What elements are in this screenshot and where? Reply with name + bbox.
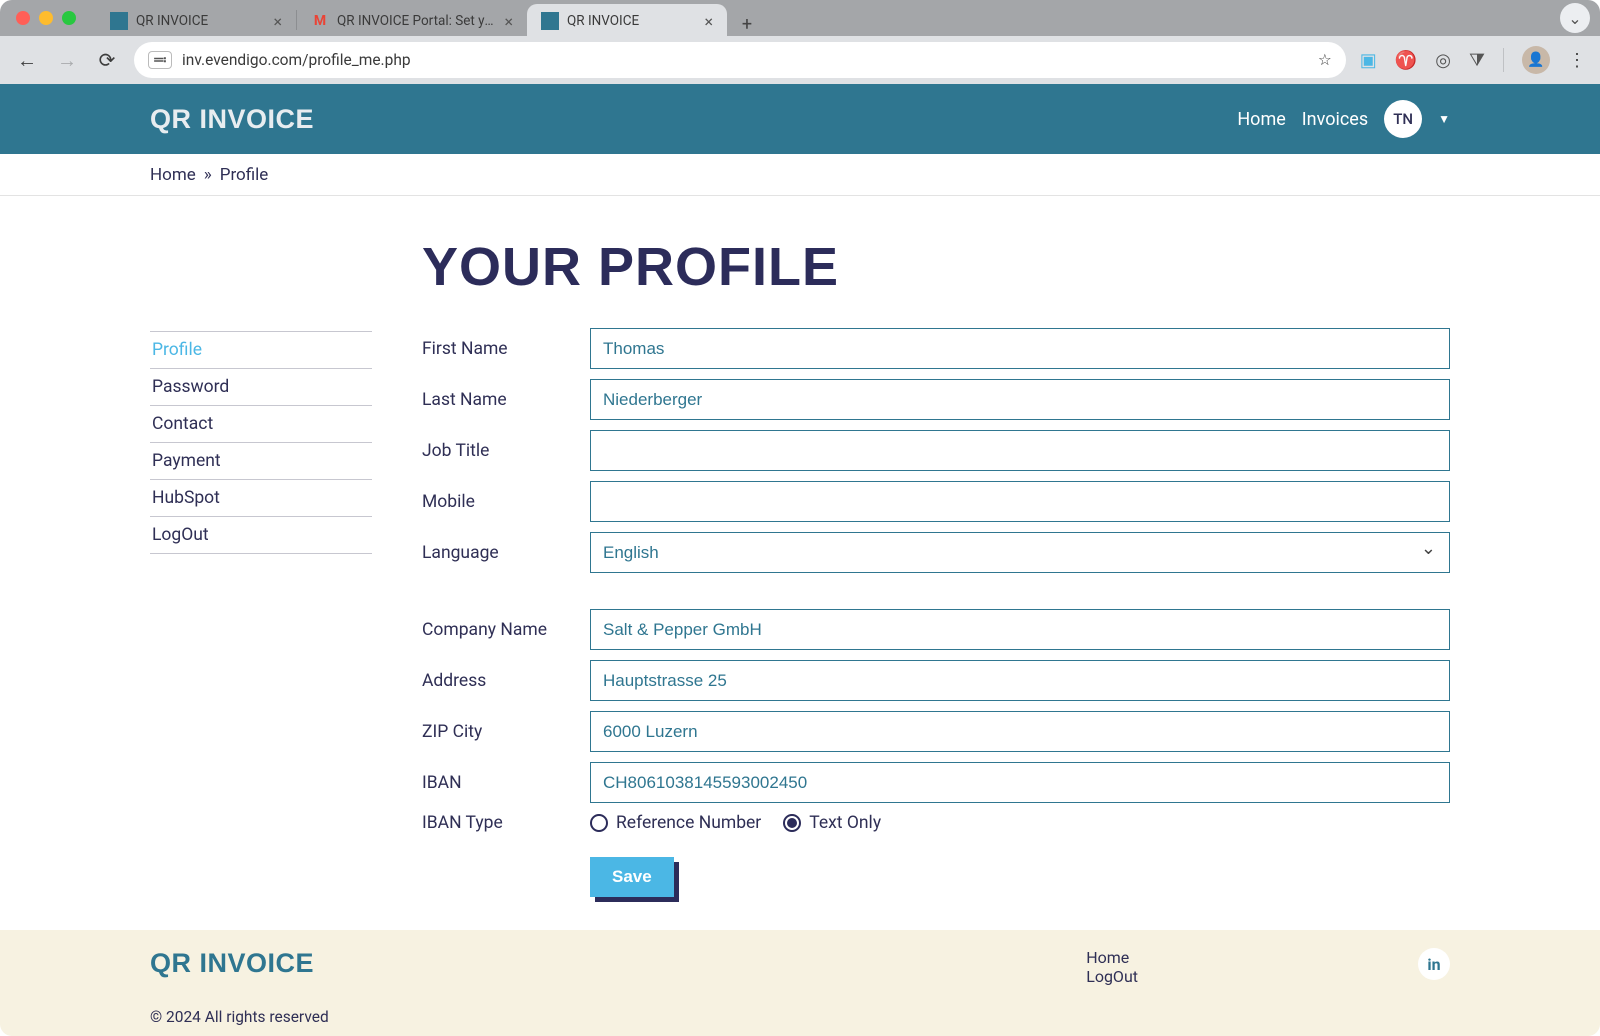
footer-links: Home LogOut bbox=[1086, 948, 1138, 986]
camera-icon[interactable]: ◎ bbox=[1435, 50, 1451, 71]
tab-2-active[interactable]: QR INVOICE × bbox=[527, 4, 727, 38]
company-name-input[interactable] bbox=[590, 609, 1450, 650]
label-first-name: First Name bbox=[422, 339, 590, 359]
radio-icon bbox=[783, 814, 801, 832]
bookmark-star-icon[interactable]: ☆ bbox=[1318, 51, 1332, 69]
app-brand[interactable]: QR INVOICE bbox=[150, 104, 314, 135]
sidebar-item-contact[interactable]: Contact bbox=[150, 405, 372, 443]
label-last-name: Last Name bbox=[422, 390, 590, 410]
tab-1[interactable]: M QR INVOICE Portal: Set your f × bbox=[297, 4, 527, 38]
job-title-input[interactable] bbox=[590, 430, 1450, 471]
radio-label: Text Only bbox=[809, 813, 881, 833]
label-job-title: Job Title bbox=[422, 441, 590, 461]
main-content: Profile Password Contact Payment HubSpot… bbox=[0, 196, 1600, 947]
browser-tab-strip: QR INVOICE × M QR INVOICE Portal: Set yo… bbox=[0, 0, 1600, 36]
site-info-icon[interactable]: ≕ bbox=[148, 51, 172, 69]
footer-brand[interactable]: QR INVOICE bbox=[150, 948, 314, 979]
extensions-puzzle-icon[interactable]: ⧩ bbox=[1469, 50, 1485, 71]
label-zip-city: ZIP City bbox=[422, 722, 590, 742]
favicon-icon bbox=[541, 12, 559, 30]
settings-sidebar: Profile Password Contact Payment HubSpot… bbox=[150, 332, 372, 907]
address-input[interactable] bbox=[590, 660, 1450, 701]
nav-invoices[interactable]: Invoices bbox=[1302, 109, 1368, 130]
label-mobile: Mobile bbox=[422, 492, 590, 512]
app-nav: Home Invoices TN ▼ bbox=[1237, 100, 1450, 138]
back-button[interactable]: ← bbox=[14, 48, 40, 73]
gmail-icon: M bbox=[311, 12, 329, 30]
iban-type-radio-group: Reference Number Text Only bbox=[590, 813, 1450, 833]
forward-button[interactable]: → bbox=[54, 48, 80, 73]
browser-toolbar: ← → ⟳ ≕ inv.evendigo.com/profile_me.php … bbox=[0, 36, 1600, 84]
close-icon[interactable]: × bbox=[704, 12, 713, 31]
chrome-menu-icon[interactable]: ⋮ bbox=[1568, 50, 1586, 71]
sidebar-item-profile[interactable]: Profile bbox=[150, 331, 372, 369]
label-language: Language bbox=[422, 543, 590, 563]
app-footer: QR INVOICE Home LogOut in © 2024 All rig… bbox=[0, 930, 1600, 1036]
window-controls bbox=[16, 11, 76, 25]
breadcrumb-current: Profile bbox=[220, 165, 269, 185]
sidebar-item-logout[interactable]: LogOut bbox=[150, 516, 372, 554]
tab-0[interactable]: QR INVOICE × bbox=[96, 4, 296, 38]
zip-city-input[interactable] bbox=[590, 711, 1450, 752]
profile-avatar[interactable]: 👤 bbox=[1522, 46, 1550, 74]
profile-form: YOUR PROFILE First Name Last Name Job Ti… bbox=[422, 236, 1450, 907]
radio-label: Reference Number bbox=[616, 813, 761, 833]
breadcrumb: Home » Profile bbox=[0, 154, 1600, 196]
breadcrumb-separator: » bbox=[204, 165, 212, 185]
iban-input[interactable] bbox=[590, 762, 1450, 803]
favicon-icon bbox=[110, 12, 128, 30]
url-text: inv.evendigo.com/profile_me.php bbox=[182, 51, 411, 69]
linkedin-icon[interactable]: in bbox=[1418, 948, 1450, 980]
extension-icon[interactable]: ♈ bbox=[1395, 50, 1417, 71]
sidebar-item-password[interactable]: Password bbox=[150, 368, 372, 406]
toolbar-extensions: ▣ ♈ ◎ ⧩ 👤 ⋮ bbox=[1360, 46, 1586, 74]
copyright-text: © 2024 All rights reserved bbox=[150, 1008, 1450, 1026]
last-name-input[interactable] bbox=[590, 379, 1450, 420]
footer-link-home[interactable]: Home bbox=[1086, 948, 1138, 967]
language-select[interactable]: English bbox=[590, 532, 1450, 573]
sidebar-item-payment[interactable]: Payment bbox=[150, 442, 372, 480]
sidebar-item-hubspot[interactable]: HubSpot bbox=[150, 479, 372, 517]
breadcrumb-home[interactable]: Home bbox=[150, 165, 196, 185]
tab-title: QR INVOICE bbox=[567, 13, 696, 29]
radio-reference-number[interactable]: Reference Number bbox=[590, 813, 761, 833]
first-name-input[interactable] bbox=[590, 328, 1450, 369]
minimize-window-button[interactable] bbox=[39, 11, 53, 25]
new-tab-button[interactable]: + bbox=[733, 10, 761, 38]
tab-title: QR INVOICE Portal: Set your f bbox=[337, 13, 496, 29]
address-bar[interactable]: ≕ inv.evendigo.com/profile_me.php ☆ bbox=[134, 42, 1346, 78]
chevron-down-icon[interactable]: ▼ bbox=[1438, 112, 1450, 126]
close-window-button[interactable] bbox=[16, 11, 30, 25]
mobile-input[interactable] bbox=[590, 481, 1450, 522]
user-avatar-badge[interactable]: TN bbox=[1384, 100, 1422, 138]
radio-text-only[interactable]: Text Only bbox=[783, 813, 881, 833]
page-title: YOUR PROFILE bbox=[422, 236, 1450, 298]
tab-title: QR INVOICE bbox=[136, 13, 265, 29]
tabs-dropdown-button[interactable]: ⌄ bbox=[1560, 3, 1590, 33]
footer-link-logout[interactable]: LogOut bbox=[1086, 967, 1138, 986]
radio-icon bbox=[590, 814, 608, 832]
tabs-container: QR INVOICE × M QR INVOICE Portal: Set yo… bbox=[96, 2, 1552, 38]
maximize-window-button[interactable] bbox=[62, 11, 76, 25]
nav-home[interactable]: Home bbox=[1237, 109, 1285, 130]
label-iban-type: IBAN Type bbox=[422, 813, 590, 833]
separator bbox=[1503, 48, 1504, 72]
reload-button[interactable]: ⟳ bbox=[94, 48, 120, 72]
close-icon[interactable]: × bbox=[504, 12, 513, 31]
label-address: Address bbox=[422, 671, 590, 691]
close-icon[interactable]: × bbox=[273, 12, 282, 31]
label-iban: IBAN bbox=[422, 773, 590, 793]
app-header: QR INVOICE Home Invoices TN ▼ bbox=[0, 84, 1600, 154]
extension-icon[interactable]: ▣ bbox=[1360, 50, 1377, 71]
label-company-name: Company Name bbox=[422, 620, 590, 640]
save-button[interactable]: Save bbox=[590, 857, 674, 897]
